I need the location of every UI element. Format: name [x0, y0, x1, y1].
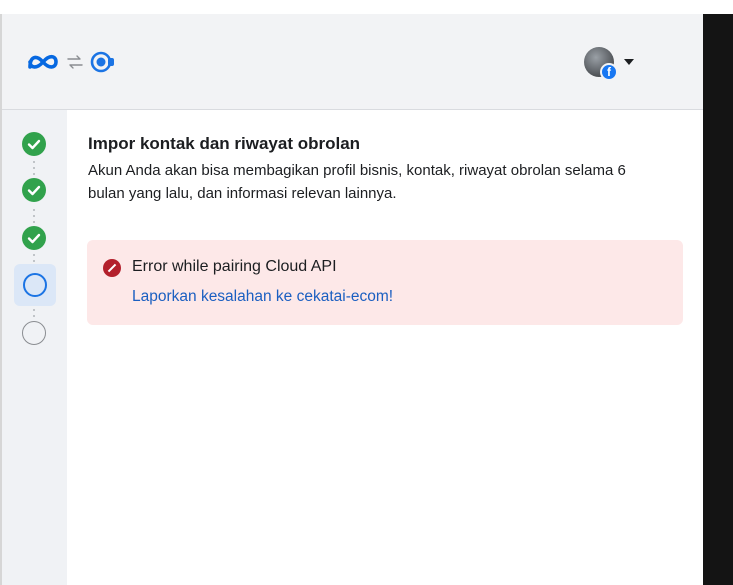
top-strip	[0, 0, 705, 14]
checkmark-icon	[27, 139, 41, 150]
sync-arrows-icon	[66, 53, 84, 71]
header-bar: f	[2, 14, 703, 110]
page-title: Impor kontak dan riwayat obrolan	[88, 134, 361, 153]
error-icon	[103, 259, 121, 277]
report-error-link[interactable]: Laporkan kesalahan ke cekatai-ecom!	[132, 288, 393, 306]
step-1-complete[interactable]	[22, 132, 46, 156]
error-alert: Error while pairing Cloud API Laporkan k…	[87, 240, 683, 325]
meta-logo-icon	[26, 52, 60, 72]
error-message: Error while pairing Cloud API	[132, 258, 337, 275]
caret-down-icon	[624, 59, 634, 65]
checkmark-icon	[27, 233, 41, 244]
main-content: Impor kontak dan riwayat obrolan Akun An…	[67, 110, 703, 585]
step-4-current[interactable]	[14, 264, 56, 306]
facebook-badge-icon: f	[600, 63, 618, 81]
step-5-pending[interactable]	[22, 321, 46, 345]
step-2-complete[interactable]	[22, 178, 46, 202]
step-3-complete[interactable]	[22, 226, 46, 250]
step-sidebar	[2, 110, 67, 585]
app-window: f Impor kontak dan riwayat obrolan Akun …	[0, 0, 733, 585]
profile-avatar: f	[584, 47, 618, 81]
logo-group	[26, 51, 116, 73]
current-step-ring-icon	[23, 273, 47, 297]
window-right-edge	[703, 14, 733, 585]
cloud-api-logo-icon	[90, 51, 116, 73]
page-description: Akun Anda akan bisa membagikan profil bi…	[88, 162, 626, 202]
account-menu-button[interactable]: f	[584, 47, 634, 81]
checkmark-icon	[27, 185, 41, 196]
